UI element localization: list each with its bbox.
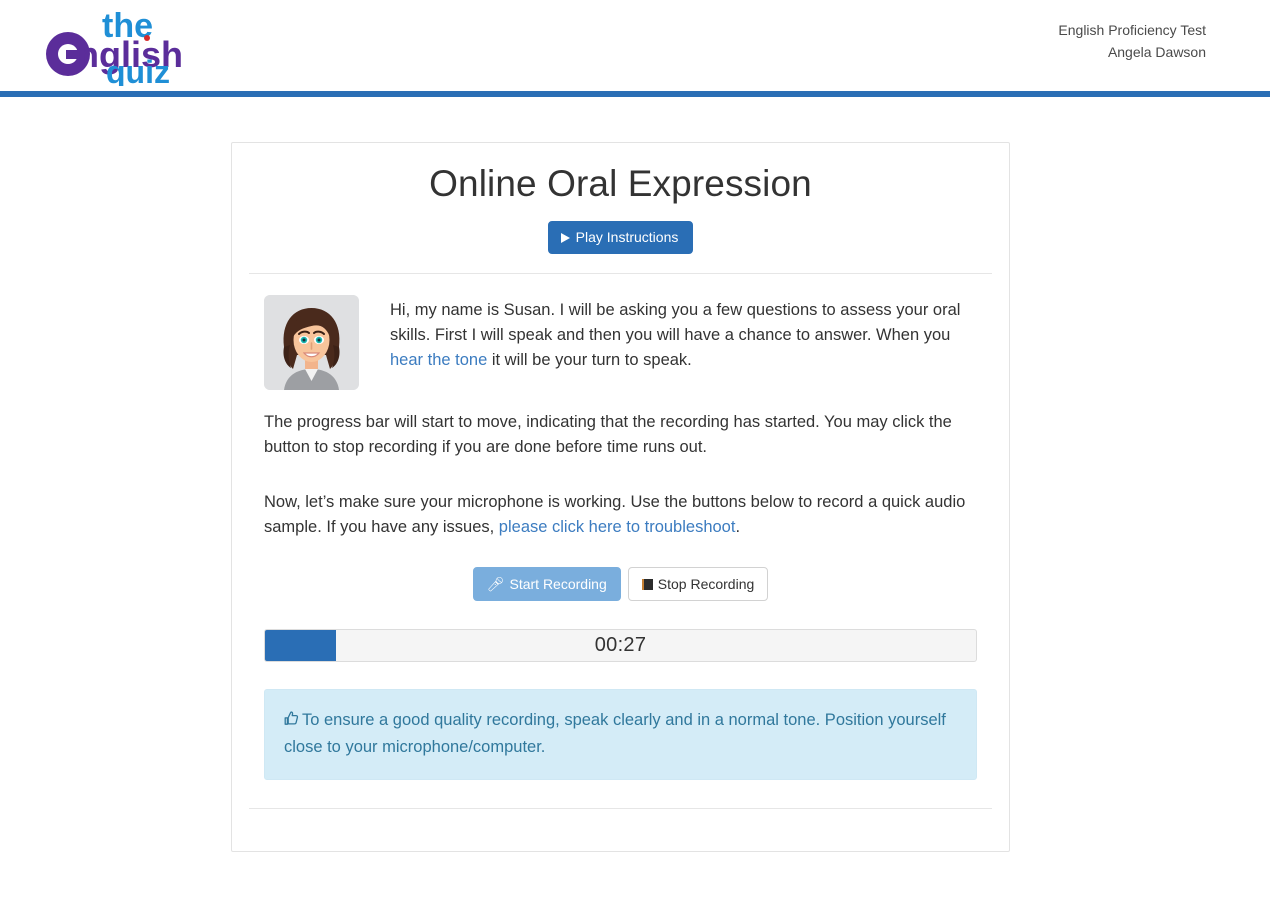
svg-text:quiz: quiz — [106, 54, 170, 86]
recording-tip-alert: To ensure a good quality recording, spea… — [264, 689, 977, 781]
test-name: English Proficiency Test — [1058, 22, 1206, 38]
oral-expression-panel: Online Oral Expression Play Instructions — [231, 142, 1010, 853]
mic-check-part2: . — [735, 518, 741, 537]
record-buttons-row: 🎤︎ Start Recording Stop Recording — [248, 567, 993, 602]
start-recording-label: Start Recording — [509, 576, 607, 593]
microphone-icon: 🎤︎ — [486, 576, 505, 593]
thumbs-up-icon — [284, 710, 299, 735]
intro-row: Hi, my name is Susan. I will be asking y… — [248, 295, 993, 391]
avatar — [264, 295, 359, 391]
paragraph-mic-check: Now, let’s make sure your microphone is … — [248, 490, 993, 540]
user-name: Angela Dawson — [1107, 43, 1206, 60]
stop-recording-label: Stop Recording — [657, 576, 755, 593]
play-instructions-button[interactable]: Play Instructions — [547, 221, 694, 255]
intro-text-part2: it will be your turn to speak. — [487, 351, 692, 370]
start-recording-button[interactable]: 🎤︎ Start Recording — [472, 567, 621, 602]
site-logo[interactable]: the nglish quiz — [44, 4, 194, 86]
paragraph-progress-info: The progress bar will start to move, ind… — [264, 413, 952, 457]
recording-tip-text: To ensure a good quality recording, spea… — [284, 711, 946, 757]
divider-top — [249, 273, 992, 275]
play-instructions-row: Play Instructions — [248, 221, 993, 255]
play-instructions-label: Play Instructions — [575, 229, 679, 245]
thumbs-up-glyph — [284, 711, 299, 726]
logo-graphic: the nglish quiz — [46, 7, 183, 86]
play-triangle-icon — [560, 232, 570, 243]
stop-recording-button[interactable]: Stop Recording — [627, 567, 769, 602]
troubleshoot-link[interactable]: please click here to troubleshoot — [499, 518, 736, 536]
stop-square-icon — [641, 578, 653, 590]
intro-text: Hi, my name is Susan. I will be asking y… — [390, 295, 977, 373]
intro-text-part1: Hi, my name is Susan. I will be asking y… — [390, 301, 961, 345]
hear-the-tone-link[interactable]: hear the tone — [390, 351, 487, 369]
progress-time-label: 00:27 — [594, 634, 647, 657]
panel-tail-spacer — [248, 809, 993, 843]
header-meta: English Proficiency Test Angela Dawson — [1058, 20, 1206, 63]
recording-progress-bar: 00:27 — [264, 629, 977, 663]
page-body: Online Oral Expression Play Instructions — [0, 97, 1270, 853]
avatar-illustration — [264, 295, 359, 391]
page-title: Online Oral Expression — [429, 163, 812, 204]
site-header: the nglish quiz English Proficiency Test… — [0, 0, 1270, 91]
